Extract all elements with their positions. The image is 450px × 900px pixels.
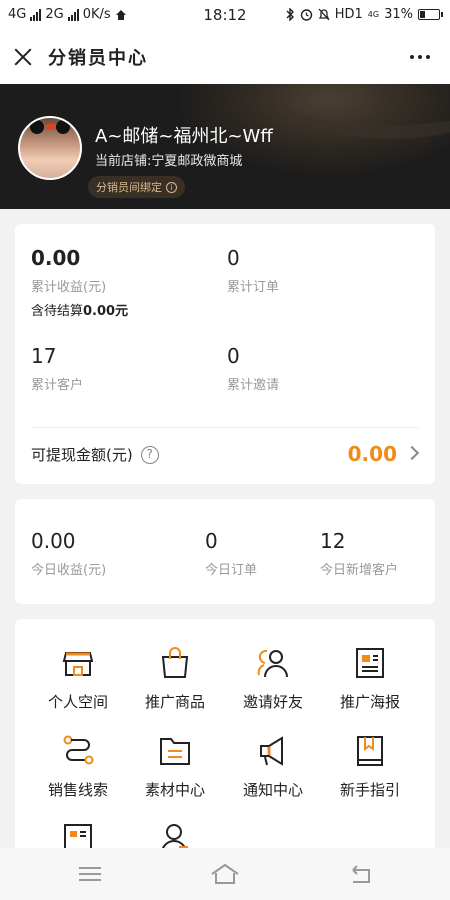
battery-percent: 31% xyxy=(384,7,413,22)
status-bar: 4G 2G 0K/s 18:12 HD1 4G 31% xyxy=(0,0,450,30)
bind-badge-label: 分销员间绑定 xyxy=(96,181,162,194)
app-root: 4G 2G 0K/s 18:12 HD1 4G 31% 分销员中心 A~邮储~福… xyxy=(0,0,450,900)
menu-item-promo-poster[interactable]: 推广海报 xyxy=(320,645,420,712)
menu-item-label: 新手指引 xyxy=(339,781,400,799)
menu-item-invite-friends[interactable]: 邀请好友 xyxy=(223,645,323,712)
today-income-value: 0.00 xyxy=(31,529,76,553)
withdraw-label: 可提现金额(元) xyxy=(31,446,133,464)
megaphone-icon xyxy=(260,736,283,766)
current-shop: 当前店铺:宁夏邮政微商城 xyxy=(95,154,243,169)
total-income-value: 0.00 xyxy=(31,246,81,270)
bind-badge-button[interactable]: 分销员间绑定 i xyxy=(88,176,185,198)
invite-friends-icon xyxy=(257,649,288,678)
total-invites-value: 0 xyxy=(227,344,240,368)
menu-item-material-center[interactable]: 素材中心 xyxy=(125,733,225,800)
menu-item-label: 个人空间 xyxy=(47,693,108,711)
today-income-stat[interactable]: 0.00 今日收益(元) xyxy=(31,529,106,578)
withdraw-label-group: 可提现金额(元) ? xyxy=(31,444,159,465)
close-icon[interactable] xyxy=(12,46,34,68)
total-orders-stat[interactable]: 0 累计订单 xyxy=(227,246,279,295)
total-invites-stat[interactable]: 0 累计邀请 xyxy=(227,344,279,393)
menu-item-personal-space[interactable]: 个人空间 xyxy=(28,645,128,712)
menu-item-notification-center[interactable]: 通知中心 xyxy=(223,733,323,800)
total-customers-stat[interactable]: 17 累计客户 xyxy=(31,344,83,393)
help-icon[interactable]: ? xyxy=(140,445,159,464)
today-orders-value: 0 xyxy=(205,529,218,553)
network-small-label: 4G xyxy=(367,10,380,19)
menu-item-label: 销售线索 xyxy=(47,781,108,799)
today-card: 0.00 今日收益(元) 0 今日订单 12 今日新增客户 xyxy=(15,499,435,604)
divider xyxy=(31,427,419,428)
poster-icon xyxy=(356,648,384,678)
system-nav-bar xyxy=(0,848,450,900)
mute-bell-icon xyxy=(318,8,330,21)
total-customers-label: 累计客户 xyxy=(31,378,84,393)
menu-item-beginner-guide[interactable]: 新手指引 xyxy=(320,733,420,800)
total-invites-label: 累计邀请 xyxy=(227,378,280,393)
shopping-bag-icon xyxy=(161,647,189,678)
feature-grid-card: 个人空间 推广商品 邀请好友 推广海报 销售线索 素材中心 通知中心 新手指引 xyxy=(15,619,435,859)
hd-label: HD1 xyxy=(334,7,363,22)
profile-banner: A~邮储~福州北~Wff 当前店铺:宁夏邮政微商城 分销员间绑定 i xyxy=(0,84,450,209)
folder-icon xyxy=(160,738,190,765)
user-name: A~邮储~福州北~Wff xyxy=(95,126,273,147)
guide-book-icon xyxy=(357,736,383,766)
total-income-stat[interactable]: 0.00 累计收益(元) 含待结算0.00元 xyxy=(31,246,128,319)
menu-item-label: 推广商品 xyxy=(144,693,205,711)
menu-item-label: 通知中心 xyxy=(242,781,303,799)
status-right: HD1 4G 31% xyxy=(285,7,443,22)
avatar[interactable] xyxy=(18,116,82,180)
battery-icon xyxy=(418,9,443,20)
store-icon xyxy=(62,652,94,676)
menu-icon[interactable] xyxy=(75,862,105,886)
menu-item-label: 素材中心 xyxy=(144,781,205,799)
total-orders-value: 0 xyxy=(227,246,240,270)
bluetooth-icon xyxy=(286,8,294,21)
withdraw-row[interactable]: 可提现金额(元) ? 0.00 xyxy=(31,440,421,470)
pending-settlement: 含待结算0.00元 xyxy=(31,304,129,319)
total-customers-value: 17 xyxy=(31,344,57,368)
menu-item-sales-leads[interactable]: 销售线索 xyxy=(28,733,128,800)
menu-item-promote-goods[interactable]: 推广商品 xyxy=(125,645,225,712)
today-new-customers-value: 12 xyxy=(320,529,346,553)
today-orders-stat[interactable]: 0 今日订单 xyxy=(205,529,257,578)
home-icon[interactable] xyxy=(210,862,240,886)
menu-item-label: 推广海报 xyxy=(339,693,400,711)
total-income-label: 累计收益(元) xyxy=(31,280,107,295)
info-icon: i xyxy=(166,181,177,193)
title-bar: 分销员中心 xyxy=(0,30,450,84)
total-orders-label: 累计订单 xyxy=(227,280,280,295)
chevron-right-icon[interactable] xyxy=(404,445,420,461)
withdraw-amount: 0.00 xyxy=(347,442,397,466)
sales-leads-icon xyxy=(63,735,94,765)
page-title: 分销员中心 xyxy=(48,48,148,69)
today-income-label: 今日收益(元) xyxy=(31,563,107,578)
today-new-customers-stat[interactable]: 12 今日新增客户 xyxy=(320,529,398,578)
summary-card: 0.00 累计收益(元) 含待结算0.00元 0 累计订单 17 累计客户 0 … xyxy=(15,224,435,484)
today-new-customers-label: 今日新增客户 xyxy=(320,563,399,578)
menu-item-label: 邀请好友 xyxy=(242,693,303,711)
back-icon[interactable] xyxy=(345,862,375,886)
more-options-icon[interactable] xyxy=(410,55,430,59)
today-orders-label: 今日订单 xyxy=(205,563,258,578)
alarm-icon xyxy=(300,9,312,21)
